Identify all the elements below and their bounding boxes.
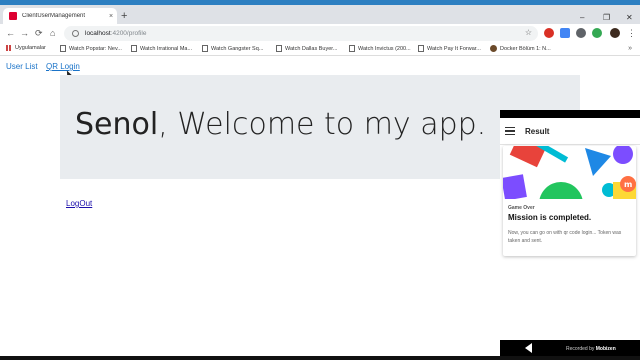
recorder-watermark: Recorded by Mobizen xyxy=(566,346,616,352)
illustration: m xyxy=(503,146,636,199)
bookmark-item[interactable]: Watch Irrational Ma... xyxy=(131,45,192,52)
phone-app-bar: Result xyxy=(500,118,640,145)
page-icon xyxy=(418,45,424,52)
new-tab-button[interactable]: + xyxy=(121,10,127,22)
tab-close-icon[interactable]: × xyxy=(105,13,117,20)
nav-link-qr-login[interactable]: QR Login xyxy=(46,62,80,71)
welcome-text: , Welcome to my app. xyxy=(158,107,487,142)
welcome-name: Senol xyxy=(75,107,159,142)
card-headline: Mission is completed. xyxy=(508,213,592,222)
bookmark-label: Watch Gangster Sq... xyxy=(211,45,264,52)
page-icon xyxy=(202,45,208,52)
shapes-illustration: m xyxy=(503,146,636,199)
browser-toolbar: ← → ⟳ ⌂ localhost :4200/profile ☆ ⋮ xyxy=(0,24,640,43)
recorder-prefix: Recorded by xyxy=(566,346,595,352)
bookmark-star-icon[interactable]: ☆ xyxy=(525,28,532,37)
card-body: Now, you can go on with qr code login...… xyxy=(508,230,622,244)
extension-icon[interactable] xyxy=(592,28,602,38)
card-eyebrow: Game Over xyxy=(508,205,535,211)
bookmark-item[interactable]: Docker Bölüm 1: N... xyxy=(490,45,551,52)
bookmark-label: Docker Bölüm 1: N... xyxy=(500,45,551,52)
tab-title: ClientUserManagement xyxy=(22,13,86,19)
bookmark-item[interactable]: Watch Dallas Buyer... xyxy=(276,45,337,52)
bookmark-label: Watch Dallas Buyer... xyxy=(285,45,338,52)
bookmarks-more-button[interactable]: » xyxy=(628,45,632,52)
browser-tab[interactable]: ClientUserManagement × xyxy=(3,8,117,24)
address-bar[interactable]: localhost :4200/profile ☆ xyxy=(64,26,538,41)
reload-button[interactable]: ⟳ xyxy=(35,27,43,39)
phone-back-icon[interactable] xyxy=(525,343,532,353)
translate-icon[interactable] xyxy=(560,28,570,38)
tab-bar: ClientUserManagement × + – ❐ ✕ xyxy=(0,5,640,24)
url-host: localhost xyxy=(85,30,111,37)
home-button[interactable]: ⌂ xyxy=(50,27,55,39)
bookmark-label: Watch Popstar: Nev... xyxy=(69,45,122,52)
bookmark-label: Watch Invictus (200... xyxy=(358,45,411,52)
welcome-heading: Senol, Welcome to my app. xyxy=(75,107,486,142)
bookmark-label: Uygulamalar xyxy=(15,45,46,51)
minimize-button[interactable]: – xyxy=(580,13,584,23)
page-icon xyxy=(131,45,137,52)
phone-app-title: Result xyxy=(525,126,550,136)
url-path: :4200/profile xyxy=(110,30,147,37)
bookmark-item[interactable]: Watch Invictus (200... xyxy=(349,45,411,52)
page-icon xyxy=(276,45,282,52)
bookmarks-bar: Uygulamalar Watch Popstar: Nev... Watch … xyxy=(0,43,640,56)
profile-avatar[interactable] xyxy=(610,28,620,38)
extension-icon[interactable] xyxy=(544,28,554,38)
back-button[interactable]: ← xyxy=(6,27,15,39)
logout-link[interactable]: LogOut xyxy=(66,199,92,208)
result-card: m Game Over Mission is completed. Now, y… xyxy=(503,146,636,256)
extension-icon[interactable] xyxy=(576,28,586,38)
restore-button[interactable]: ❐ xyxy=(603,13,610,23)
page-icon xyxy=(349,45,355,52)
bookmark-apps[interactable]: Uygulamalar xyxy=(6,45,46,51)
recorder-brand: Mobizen xyxy=(595,346,616,352)
close-window-button[interactable]: ✕ xyxy=(626,13,633,23)
bookmark-item[interactable]: Watch Gangster Sq... xyxy=(202,45,263,52)
browser-menu-icon[interactable]: ⋮ xyxy=(627,27,636,39)
angular-icon xyxy=(9,12,17,20)
apps-grid-icon xyxy=(6,45,12,51)
bookmark-item[interactable]: Watch Pay It Forwar... xyxy=(418,45,481,52)
info-icon[interactable] xyxy=(72,30,79,37)
bookmark-label: Watch Pay It Forwar... xyxy=(427,45,481,52)
page-icon xyxy=(60,45,66,52)
hamburger-menu-icon[interactable] xyxy=(505,126,515,136)
bookmark-label: Watch Irrational Ma... xyxy=(140,45,193,52)
svg-text:m: m xyxy=(624,180,632,189)
phone-mirror: Result m Game Over Mission is completed.… xyxy=(500,110,640,356)
bottom-bar xyxy=(0,356,640,360)
forward-button[interactable]: → xyxy=(20,27,29,39)
avatar-icon xyxy=(490,45,497,52)
nav-link-user-list[interactable]: User List xyxy=(6,62,38,71)
phone-status-bar xyxy=(500,110,640,118)
bookmark-item[interactable]: Watch Popstar: Nev... xyxy=(60,45,122,52)
